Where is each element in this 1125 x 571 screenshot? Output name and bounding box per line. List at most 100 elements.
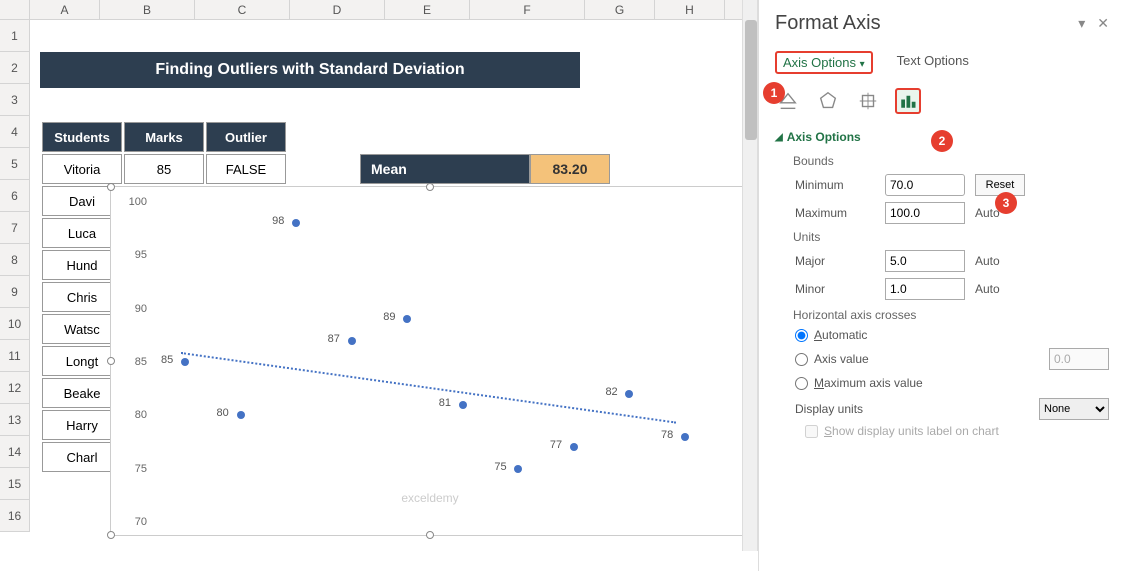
worksheet-area[interactable]: Finding Outliers with Standard Deviation…: [30, 20, 760, 570]
row-header[interactable]: 4: [0, 116, 30, 148]
size-properties-icon[interactable]: [855, 88, 881, 114]
automatic-radio-label: Automatic: [814, 328, 867, 342]
resize-handle[interactable]: [107, 357, 115, 365]
row-header[interactable]: 8: [0, 244, 30, 276]
vertical-scrollbar[interactable]: [742, 0, 758, 551]
data-point-label: 82: [605, 386, 617, 398]
row-header[interactable]: 9: [0, 276, 30, 308]
y-axis-tick-label: 95: [123, 249, 147, 261]
section-label: Axis Options: [787, 130, 861, 144]
mean-box: Mean 83.20: [360, 154, 610, 184]
resize-handle[interactable]: [426, 531, 434, 539]
column-header[interactable]: F: [470, 0, 585, 19]
row-header[interactable]: 1: [0, 20, 30, 52]
minor-label: Minor: [795, 282, 875, 296]
row-header[interactable]: 7: [0, 212, 30, 244]
format-axis-pane: Format Axis ▾ ✕ Axis Options ▾ Text Opti…: [758, 0, 1125, 571]
data-point[interactable]: [514, 465, 522, 473]
tab-text-options[interactable]: Text Options: [897, 51, 969, 74]
data-point-label: 89: [383, 311, 395, 323]
units-label: Units: [793, 230, 1109, 244]
resize-handle[interactable]: [426, 183, 434, 191]
pane-icon-row: [775, 88, 1109, 114]
resize-handle[interactable]: [107, 531, 115, 539]
row-header[interactable]: 15: [0, 468, 30, 500]
y-axis-tick-label: 75: [123, 463, 147, 475]
tab-axis-options[interactable]: Axis Options ▾: [775, 51, 873, 74]
data-point-label: 80: [217, 407, 229, 419]
display-units-label: Display units: [795, 402, 863, 416]
max-axis-value-radio[interactable]: [795, 377, 808, 390]
table-cell[interactable]: Vitoria: [42, 154, 122, 184]
column-header[interactable]: A: [30, 0, 100, 19]
row-header[interactable]: 12: [0, 372, 30, 404]
callout-badge-1: 1: [763, 82, 785, 104]
tab-axis-options-label: Axis Options: [783, 55, 856, 70]
data-point[interactable]: [681, 433, 689, 441]
axis-value-input: [1049, 348, 1109, 370]
data-point-label: 75: [494, 461, 506, 473]
display-units-select[interactable]: None: [1039, 398, 1109, 420]
y-axis-tick-label: 70: [123, 516, 147, 528]
table-cell[interactable]: 85: [124, 154, 204, 184]
minor-auto-label: Auto: [975, 282, 1000, 296]
row-header[interactable]: 13: [0, 404, 30, 436]
effects-icon[interactable]: [815, 88, 841, 114]
minimum-input[interactable]: [885, 174, 965, 196]
major-label: Major: [795, 254, 875, 268]
data-point[interactable]: [348, 337, 356, 345]
row-header[interactable]: 10: [0, 308, 30, 340]
chevron-down-icon: ▾: [860, 59, 865, 70]
column-header[interactable]: E: [385, 0, 470, 19]
data-point[interactable]: [403, 315, 411, 323]
row-header[interactable]: 5: [0, 148, 30, 180]
minimum-label: Minimum: [795, 178, 875, 192]
title-banner: Finding Outliers with Standard Deviation: [40, 52, 580, 88]
automatic-radio[interactable]: [795, 329, 808, 342]
close-icon[interactable]: ✕: [1097, 15, 1109, 32]
data-point-label: 98: [272, 215, 284, 227]
show-units-label-checkbox: [805, 425, 818, 438]
maximum-input[interactable]: [885, 202, 965, 224]
callout-badge-2: 2: [931, 130, 953, 152]
plot-area[interactable]: 70758085909510085809887898175778278: [151, 202, 731, 522]
data-point-label: 87: [328, 333, 340, 345]
data-point[interactable]: [237, 411, 245, 419]
data-point[interactable]: [570, 443, 578, 451]
axis-value-radio[interactable]: [795, 353, 808, 366]
row-header[interactable]: 6: [0, 180, 30, 212]
column-header[interactable]: C: [195, 0, 290, 19]
scrollbar-thumb[interactable]: [745, 20, 757, 140]
minor-input[interactable]: [885, 278, 965, 300]
section-caret-icon: ◢: [775, 132, 783, 143]
table-cell[interactable]: FALSE: [206, 154, 286, 184]
pane-options-dropdown-icon[interactable]: ▾: [1078, 15, 1085, 32]
column-header[interactable]: D: [290, 0, 385, 19]
major-input[interactable]: [885, 250, 965, 272]
data-point[interactable]: [292, 219, 300, 227]
watermark: exceldemy: [401, 491, 458, 505]
maximum-label: Maximum: [795, 206, 875, 220]
data-point[interactable]: [625, 390, 633, 398]
data-point[interactable]: [181, 358, 189, 366]
column-header[interactable]: B: [100, 0, 195, 19]
row-header[interactable]: 2: [0, 52, 30, 84]
resize-handle[interactable]: [107, 183, 115, 191]
data-point-label: 85: [161, 354, 173, 366]
table-header-cell: Marks: [124, 122, 204, 152]
y-axis-tick-label: 100: [123, 196, 147, 208]
data-point[interactable]: [459, 401, 467, 409]
column-header[interactable]: H: [655, 0, 725, 19]
row-header[interactable]: 16: [0, 500, 30, 532]
select-all-corner[interactable]: [0, 0, 30, 19]
chart-object[interactable]: 70758085909510085809887898175778278 exce…: [110, 186, 750, 536]
major-auto-label: Auto: [975, 254, 1000, 268]
row-header[interactable]: 3: [0, 84, 30, 116]
table-header-cell: Outlier: [206, 122, 286, 152]
row-header[interactable]: 14: [0, 436, 30, 468]
max-axis-value-radio-label: Maximum axis value: [814, 376, 923, 390]
trendline[interactable]: [181, 352, 676, 424]
row-header[interactable]: 11: [0, 340, 30, 372]
column-header[interactable]: G: [585, 0, 655, 19]
axis-options-icon[interactable]: [895, 88, 921, 114]
